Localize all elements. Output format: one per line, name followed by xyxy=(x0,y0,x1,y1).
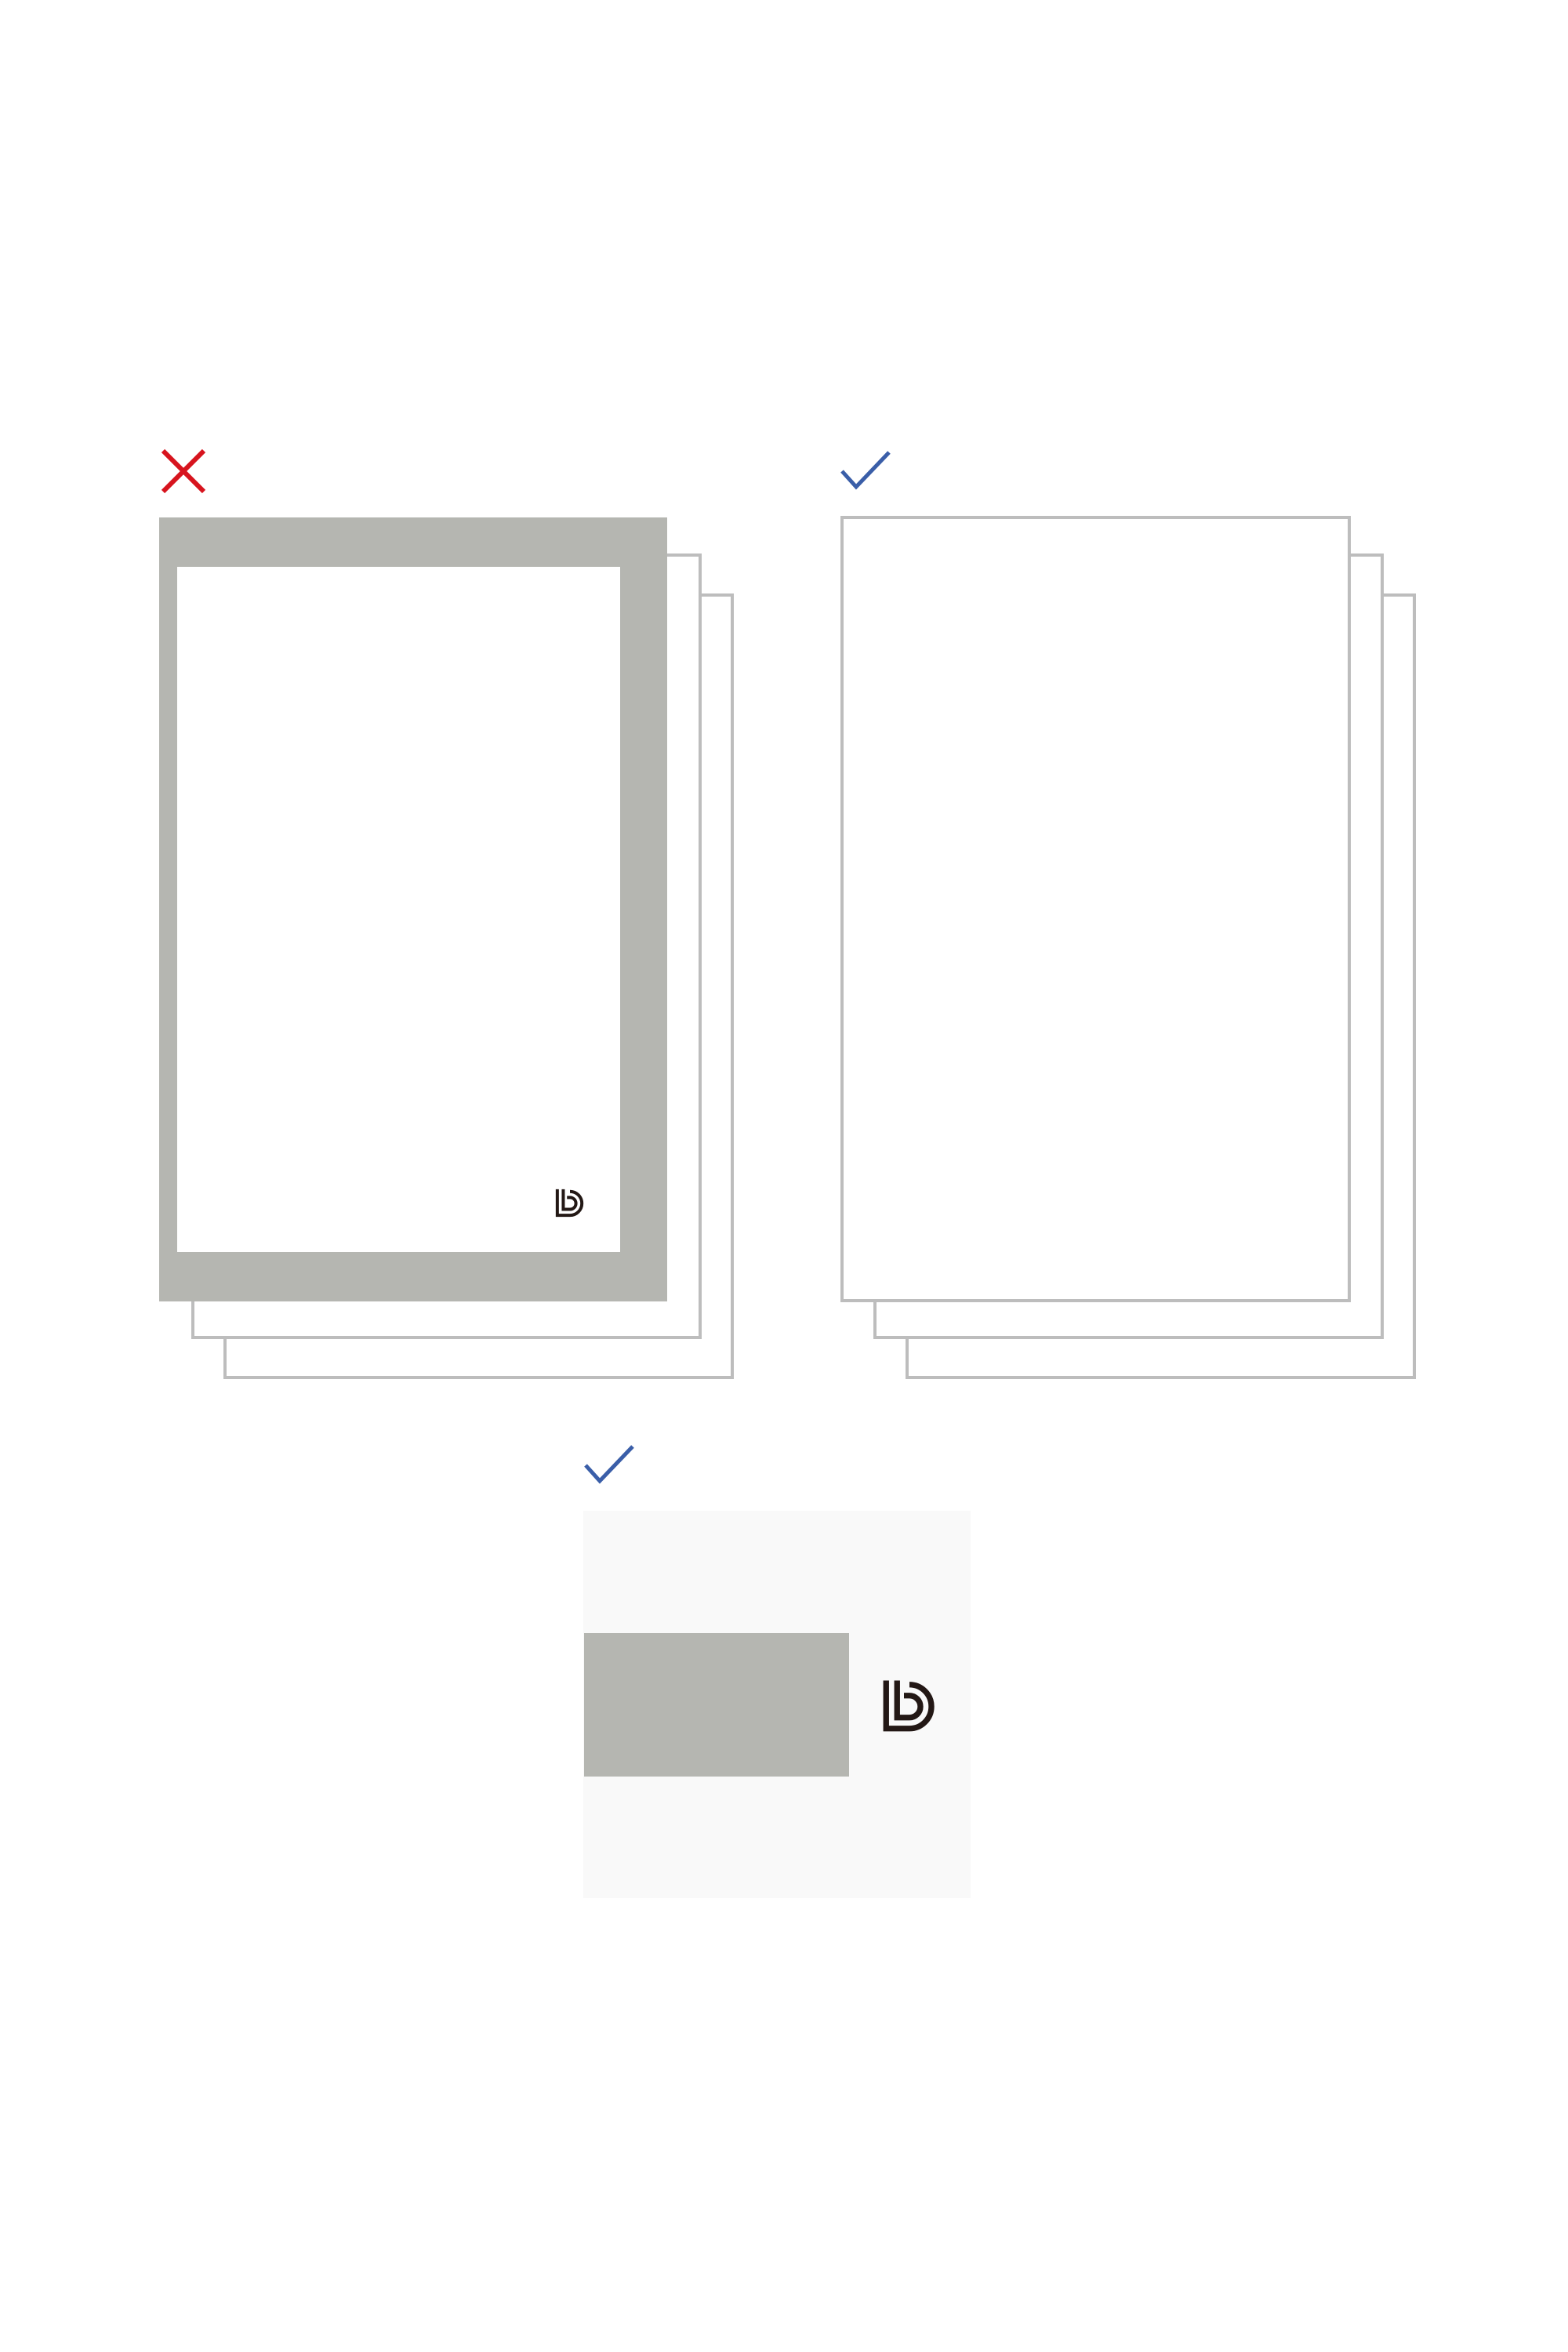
inner-white-area xyxy=(177,567,620,1252)
front-sheet-gray-frame xyxy=(159,517,667,1301)
check-icon xyxy=(840,451,891,490)
gray-block xyxy=(584,1633,849,1777)
front-sheet-plain xyxy=(840,516,1351,1302)
ld-monogram-icon xyxy=(555,1189,584,1218)
cross-icon xyxy=(161,448,206,494)
check-icon xyxy=(584,1445,634,1484)
check-stroke xyxy=(584,1445,634,1484)
check-stroke xyxy=(840,451,891,490)
ld-monogram-icon xyxy=(883,1680,935,1732)
